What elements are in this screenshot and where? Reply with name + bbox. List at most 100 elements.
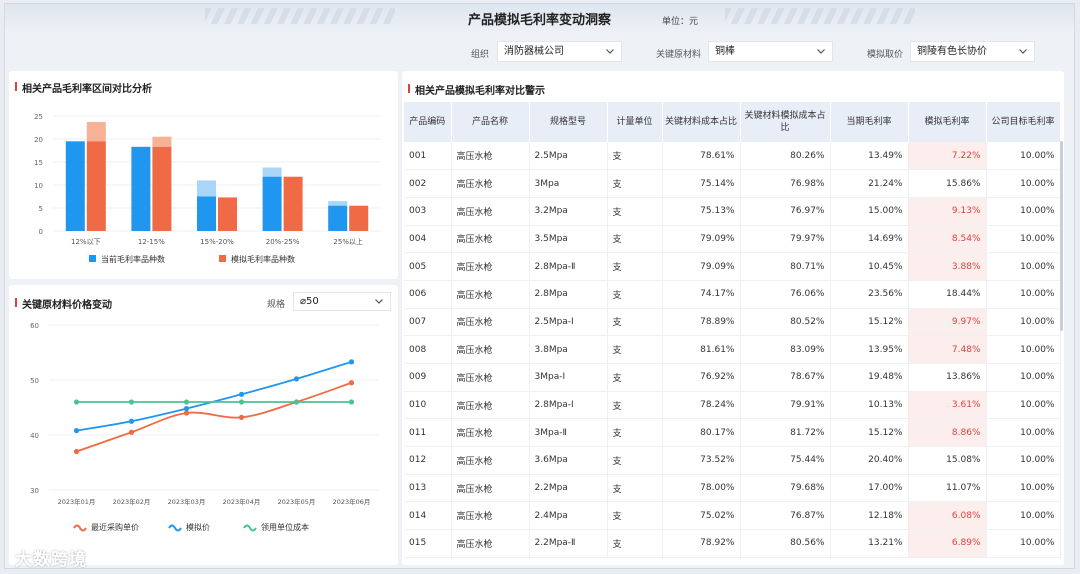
table-cell: 10.00% — [986, 225, 1061, 254]
y-tick-label: 25 — [34, 113, 43, 121]
data-point — [128, 429, 135, 435]
x-tick-label: 25%以上 — [333, 237, 363, 246]
table-cell: 支 — [607, 529, 663, 558]
table-cell: 8.54% — [908, 225, 987, 254]
column-header: 模拟毛利率 — [908, 102, 987, 142]
table-row[interactable]: 010 高压水枪 2.8Mpa-Ⅰ 支 78.24% 79.91% 10.13% 3.61% 1… — [404, 391, 1061, 420]
legend-swatch — [168, 524, 182, 532]
data-point — [348, 359, 355, 365]
table-cell: 6.89% — [908, 529, 987, 558]
table-cell: 高压水枪 — [451, 142, 530, 171]
table-cell: 支 — [607, 418, 663, 448]
table-cell: 3.2Mpa — [529, 197, 608, 226]
y-tick-label: 20 — [34, 136, 43, 144]
data-point — [128, 399, 135, 405]
table-cell: 支 — [607, 474, 663, 503]
table-cell: 3.61% — [908, 391, 987, 420]
table-row[interactable]: 005 高压水枪 2.8Mpa-Ⅱ 支 79.09% 80.71% 10.45% 3.88% 1… — [404, 252, 1061, 281]
data-point — [348, 399, 355, 405]
table-cell: 76.87% — [740, 501, 831, 531]
data-point — [183, 399, 190, 405]
x-tick-label: 2023年01月 — [58, 497, 96, 506]
series-line — [76, 360, 352, 432]
panel-title: 相关产品模拟毛利率对比警示 — [408, 82, 545, 97]
table-cell: 10.00% — [986, 363, 1061, 392]
x-tick-label: 2023年05月 — [278, 497, 316, 506]
y-tick-label: 30 — [30, 487, 39, 495]
y-tick-label: 60 — [30, 322, 39, 330]
table-cell: 75.44% — [740, 446, 831, 475]
table-cell: 2.8Mpa-Ⅰ — [529, 391, 608, 420]
legend-swatch — [73, 524, 87, 532]
column-header: 当期毛利率 — [830, 102, 909, 142]
table-row[interactable]: 006 高压水枪 2.8Mpa 支 74.17% 76.06% 23.56% 18.44% 10… — [404, 280, 1061, 309]
table-cell: 15.12% — [830, 418, 909, 448]
bar — [152, 146, 172, 231]
table-cell: 76.92% — [662, 363, 741, 392]
margin-warning-table: 产品编码 产品名称 规格型号 计量单位 关键材料成本占比 关键材料模拟成本占比 当期毛利率模… — [404, 102, 1061, 558]
table-cell: 3Mpa-Ⅱ — [529, 418, 608, 448]
table-cell: 支 — [607, 446, 663, 475]
material-select-value: 铜棒 — [715, 46, 735, 57]
table-cell: 2.8Mpa-Ⅱ — [529, 252, 608, 281]
x-tick-label: 2023年06月 — [333, 497, 371, 506]
bar-overlay — [86, 121, 106, 142]
table-row[interactable]: 011 高压水枪 3Mpa-Ⅱ 支 80.17% 81.72% 15.12% 8.86% 10.… — [404, 418, 1061, 448]
table-cell: 高压水枪 — [451, 363, 530, 392]
table-row[interactable]: 013 高压水枪 2.2Mpa 支 78.00% 79.68% 17.00% 11.07% 10… — [404, 474, 1061, 503]
table-row[interactable]: 003 高压水枪 3.2Mpa 支 75.13% 76.97% 15.00% 9.13% 10.… — [404, 197, 1061, 226]
table-cell: 10.00% — [986, 474, 1061, 503]
page-title: 产品模拟毛利率变动洞察 — [467, 13, 611, 28]
table-cell: 3.88% — [908, 252, 987, 281]
margin-range-panel: 相关产品毛利率区间对比分析 0 5 10 15 20 25 12%以下 12-15% 15%-2… — [9, 71, 398, 279]
bar — [86, 141, 106, 231]
table-cell: 78.24% — [662, 391, 741, 420]
org-select[interactable]: 消防器械公司 — [497, 41, 622, 62]
table-cell: 010 — [404, 391, 452, 420]
data-point — [183, 406, 190, 412]
legend-swatch — [219, 255, 226, 262]
table-cell: 14.69% — [830, 225, 909, 254]
table-row[interactable]: 012 高压水枪 3.6Mpa 支 73.52% 75.44% 20.40% 15.08% 10… — [404, 446, 1061, 475]
table-cell: 006 — [404, 280, 452, 309]
data-point — [73, 399, 80, 405]
data-point — [238, 399, 245, 405]
table-cell: 10.00% — [986, 197, 1061, 226]
bar — [65, 141, 85, 231]
x-tick-label: 12-15% — [138, 238, 165, 246]
table-cell: 2.8Mpa — [529, 280, 608, 309]
table-cell: 13.86% — [908, 363, 987, 392]
x-tick-label: 2023年03月 — [168, 497, 206, 506]
bar-overlay — [152, 136, 172, 147]
table-cell: 10.00% — [986, 418, 1061, 448]
legend-label: 最近采购单价 — [91, 522, 139, 532]
table-row[interactable]: 001 高压水枪 2.5Mpa 支 78.61% 80.26% 13.49% 7.22% 10.… — [404, 142, 1061, 171]
table-cell: 21.24% — [830, 169, 909, 198]
org-select-value: 消防器械公司 — [504, 46, 564, 57]
table-row[interactable]: 014 高压水枪 2.4Mpa 支 75.02% 76.87% 12.18% 6.08% 10.… — [404, 501, 1061, 531]
bar — [349, 205, 369, 231]
table-row[interactable]: 009 高压水枪 3Mpa-Ⅰ 支 76.92% 78.67% 19.48% 13.86% 10… — [404, 363, 1061, 392]
table-cell: 17.00% — [830, 474, 909, 503]
price-source-select[interactable]: 铜陵有色长协价 — [910, 41, 1035, 62]
table-scrollbar[interactable] — [1060, 141, 1063, 331]
material-select[interactable]: 铜棒 — [708, 41, 833, 62]
table-cell: 10.00% — [986, 252, 1061, 281]
table-cell: 3Mpa-Ⅰ — [529, 363, 608, 392]
table-row[interactable]: 007 高压水枪 2.5Mpa-Ⅰ 支 78.89% 80.52% 15.12% 9.97% 1… — [404, 308, 1061, 337]
table-cell: 75.13% — [662, 197, 741, 226]
table-row[interactable]: 015 高压水枪 2.2Mpa-Ⅱ 支 78.92% 80.56% 13.21% 6.89% 1… — [404, 529, 1061, 558]
table-cell: 支 — [607, 280, 663, 309]
bar-overlay — [197, 180, 216, 197]
table-cell: 2.2Mpa-Ⅱ — [529, 529, 608, 558]
table-row[interactable]: 002 高压水枪 3Mpa 支 75.14% 76.98% 21.24% 15.86% 10.0… — [404, 169, 1061, 198]
chevron-down-icon — [606, 49, 614, 54]
table-cell: 15.86% — [908, 169, 987, 198]
table-cell: 001 — [404, 142, 452, 171]
bar-overlay — [262, 167, 282, 177]
table-cell: 78.92% — [662, 529, 741, 558]
table-row[interactable]: 004 高压水枪 3.5Mpa 支 79.09% 79.97% 14.69% 8.54% 10.… — [404, 225, 1061, 254]
table-cell: 012 — [404, 446, 452, 475]
table-row[interactable]: 008 高压水枪 3.8Mpa 支 81.61% 83.09% 13.95% 7.48% 10.… — [404, 335, 1061, 364]
bar — [131, 146, 151, 231]
